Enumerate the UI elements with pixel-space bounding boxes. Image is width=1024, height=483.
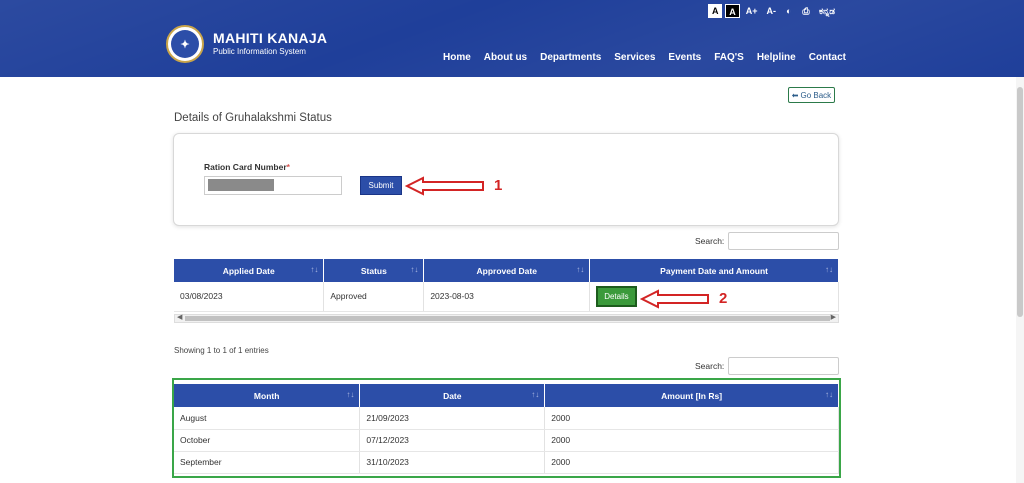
col-status[interactable]: Status ↑↓ — [323, 259, 425, 282]
font-high-contrast-button[interactable]: A — [725, 4, 740, 18]
font-normal-button[interactable]: A — [708, 4, 723, 18]
nav-home[interactable]: Home — [443, 52, 471, 63]
status-search-input[interactable] — [728, 232, 840, 250]
col-applied-date[interactable]: Applied Date ↑↓ — [174, 259, 325, 282]
nav-helpline[interactable]: Helpline — [757, 52, 796, 63]
redacted-value — [208, 179, 274, 191]
ration-card-label: Ration Card Number* — [204, 162, 290, 172]
page-scrollbar[interactable] — [1016, 77, 1024, 483]
col-payment[interactable]: Payment Date and Amount ↑↓ — [589, 259, 839, 282]
sort-icon[interactable]: ↑↓ — [825, 390, 833, 399]
emblem-icon: ✦ — [166, 25, 204, 63]
cell-amount: 2000 — [544, 429, 839, 452]
cell-amount: 2000 — [544, 451, 839, 474]
page-title: Details of Gruhalakshmi Status — [174, 112, 332, 124]
required-marker: * — [286, 162, 290, 172]
sort-icon[interactable]: ↑↓ — [825, 265, 833, 274]
font-decrease-button[interactable]: A- — [763, 4, 779, 18]
table-row: August 21/09/2023 2000 — [174, 407, 839, 430]
status-table: Applied Date ↑↓ Status ↑↓ Approved Date ↑↓ … — [174, 259, 839, 312]
payment-search-input[interactable] — [728, 357, 840, 375]
status-search: Search: — [695, 232, 840, 250]
search-label: Search: — [695, 361, 725, 371]
sort-icon[interactable]: ↑↓ — [531, 390, 539, 399]
col-date[interactable]: Date ↑↓ — [359, 384, 546, 407]
nav-departments[interactable]: Departments — [540, 52, 601, 63]
nav-services[interactable]: Services — [614, 52, 655, 63]
contrast-icon[interactable]: ◐ — [782, 4, 796, 18]
col-approved-date[interactable]: Approved Date ↑↓ — [423, 259, 591, 282]
cell-date: 21/09/2023 — [359, 407, 546, 430]
col-month[interactable]: Month ↑↓ — [174, 384, 361, 407]
horizontal-scrollbar[interactable]: ◀ ▶ — [174, 314, 839, 323]
details-button[interactable]: Details — [596, 285, 637, 307]
sort-icon[interactable]: ↑↓ — [310, 265, 318, 274]
entries-info: Showing 1 to 1 of 1 entries — [174, 346, 269, 355]
table-row: October 07/12/2023 2000 — [174, 429, 839, 452]
sort-icon[interactable]: ↑↓ — [346, 390, 354, 399]
cell-amount: 2000 — [544, 407, 839, 430]
font-increase-button[interactable]: A+ — [743, 4, 761, 18]
brand-logo[interactable]: ✦ MAHITI KANAJA Public Information Syste… — [166, 25, 327, 63]
main-nav: Home About us Departments Services Event… — [443, 52, 859, 63]
sort-icon[interactable]: ↑↓ — [410, 265, 418, 274]
submit-button[interactable]: Submit — [360, 176, 402, 195]
scroll-right-icon[interactable]: ▶ — [831, 313, 836, 321]
scroll-left-icon[interactable]: ◀ — [177, 313, 182, 321]
cell-status: Approved — [323, 282, 425, 312]
site-header: A A A+ A- ◐ ⎙ ಕನ್ನಡ ✦ MAHITI KANAJA Publ… — [0, 0, 1024, 77]
arrow-left-icon: ⬅ — [791, 90, 799, 100]
cell-date: 07/12/2023 — [359, 429, 546, 452]
sort-icon[interactable]: ↑↓ — [576, 265, 584, 274]
nav-contact[interactable]: Contact — [809, 52, 846, 63]
search-label: Search: — [695, 236, 725, 246]
annotation-number-1: 1 — [494, 177, 503, 194]
annotation-number-2: 2 — [719, 290, 728, 307]
go-back-label: Go Back — [800, 90, 832, 100]
page-scroll-thumb[interactable] — [1017, 87, 1023, 317]
col-amount[interactable]: Amount [In Rs] ↑↓ — [544, 384, 839, 407]
nav-about-us[interactable]: About us — [484, 52, 527, 63]
brand-subtitle: Public Information System — [213, 47, 306, 56]
go-back-button[interactable]: ⬅ Go Back — [788, 87, 835, 103]
ration-card-label-text: Ration Card Number — [204, 162, 287, 172]
payment-search: Search: — [695, 357, 840, 375]
cell-month: October — [174, 429, 361, 452]
payment-table: Month ↑↓ Date ↑↓ Amount [In Rs] ↑↓ August 2… — [174, 384, 839, 474]
cell-month: September — [174, 451, 361, 474]
language-kannada-button[interactable]: ಕನ್ನಡ — [816, 4, 838, 18]
annotation-arrow-2 — [640, 289, 709, 309]
sitemap-icon[interactable]: ⎙ — [799, 4, 813, 18]
cell-approved-date: 2023-08-03 — [423, 282, 591, 312]
table-row: 03/08/2023 Approved 2023-08-03 Details — [174, 282, 839, 312]
cell-date: 31/10/2023 — [359, 451, 546, 474]
table-row: September 31/10/2023 2000 — [174, 451, 839, 474]
cell-payment: Details — [589, 282, 839, 312]
annotation-arrow-1 — [405, 176, 484, 196]
nav-faqs[interactable]: FAQ'S — [714, 52, 744, 63]
emblem-inner: ✦ — [171, 30, 199, 58]
accessibility-toolbar: A A A+ A- ◐ ⎙ ಕನ್ನಡ — [708, 4, 838, 18]
scroll-thumb[interactable] — [185, 316, 830, 321]
nav-events[interactable]: Events — [668, 52, 701, 63]
brand-title: MAHITI KANAJA — [213, 30, 328, 46]
cell-month: August — [174, 407, 361, 430]
cell-applied-date: 03/08/2023 — [174, 282, 325, 312]
